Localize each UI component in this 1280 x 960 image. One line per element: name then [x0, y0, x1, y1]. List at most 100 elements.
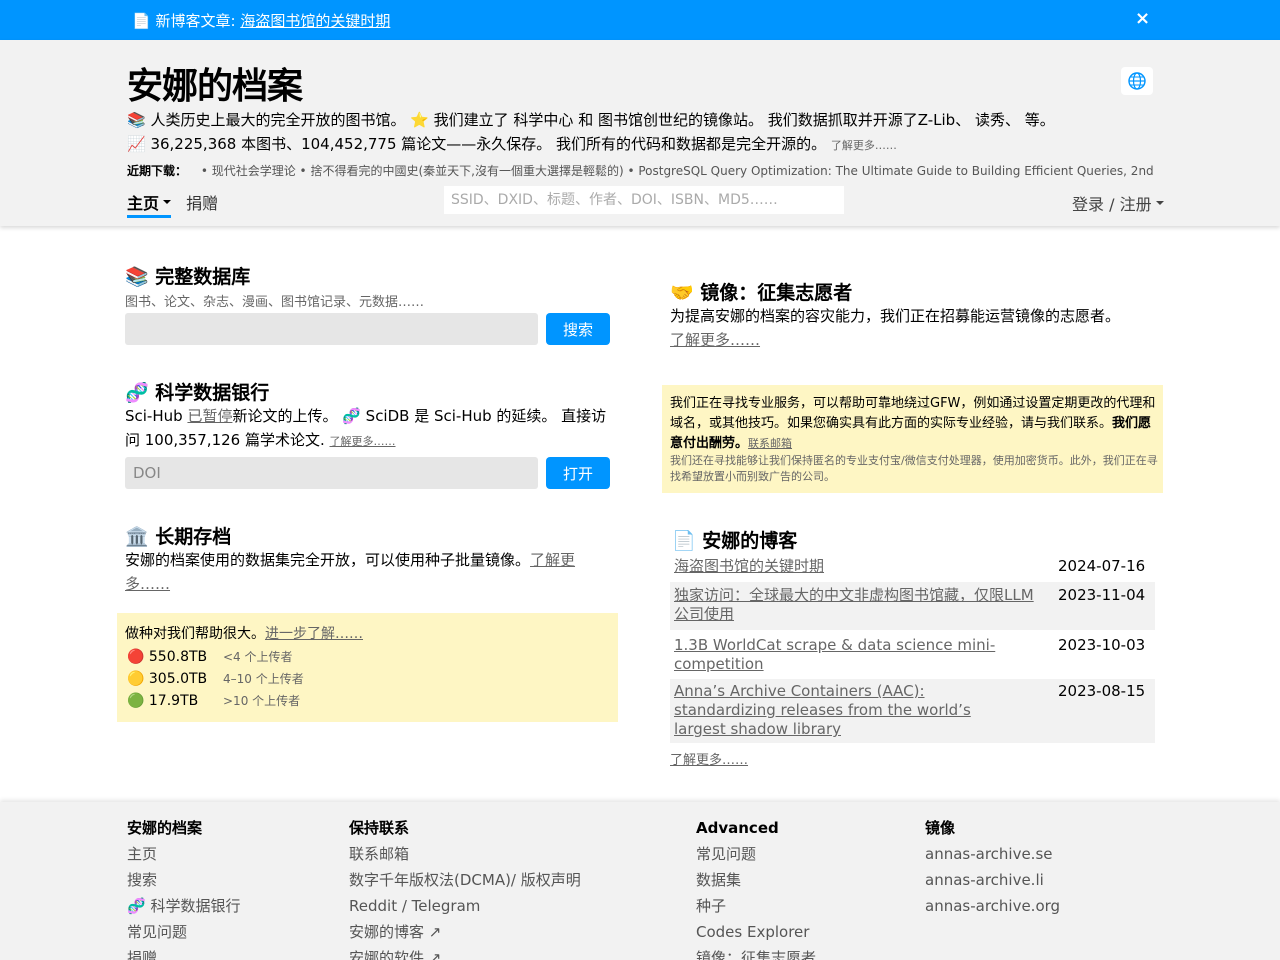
footer-link[interactable]: 安娜的软件 ↗ [349, 948, 581, 960]
blog-post-date: 2023-08-15 [1058, 682, 1146, 700]
announcement-link[interactable]: 海盗图书馆的关键时期 [240, 12, 390, 30]
announcement-prefix: 新博客文章: [155, 12, 236, 30]
close-icon[interactable]: × [1135, 8, 1150, 29]
document-icon: 📄 [132, 12, 151, 30]
learn-more-link[interactable]: 了解更多…… [831, 139, 897, 152]
footer-column: 镜像 annas-archive.se annas-archive.li ann… [925, 818, 1060, 922]
footer-link[interactable]: 捐赠 [127, 948, 240, 960]
globe-icon [1128, 72, 1146, 90]
full-db-subtitle: 图书、论文、杂志、漫画、图书馆记录、元数据…… [125, 295, 425, 310]
scidb-text: Sci-Hub 已暂停新论文的上传。 🧬 SciDB 是 Sci-Hub 的延续… [125, 404, 610, 454]
seeding-count: >10 个上传者 [223, 694, 301, 708]
blog-learn-more-link[interactable]: 了解更多…… [670, 749, 748, 768]
footer-link[interactable]: 常见问题 [696, 844, 816, 870]
doi-open-button[interactable]: 打开 [546, 457, 610, 489]
full-db-title: 📚 完整数据库 [125, 266, 251, 288]
gfw-contact-link[interactable]: 联系邮箱 [748, 437, 792, 450]
blog-post-link[interactable]: 海盗图书馆的关键时期 [674, 557, 1054, 576]
seeding-size: 17.9TB [148, 693, 199, 709]
language-button[interactable] [1121, 67, 1153, 95]
table-row[interactable]: Anna’s Archive Containers (AAC): standar… [670, 679, 1155, 743]
recent-downloads-label: 近期下载： [127, 164, 188, 178]
seeding-row[interactable]: 🔴 550.8TB <4 个上传者 [127, 648, 293, 665]
footer-link[interactable]: 联系邮箱 [349, 844, 581, 870]
mirrors-text: 为提高安娜的档案的容灾能力，我们正在招募能运营镜像的志愿者。 了解更多…… [670, 304, 1160, 352]
scidb-paused-link[interactable]: 已暂停 [187, 407, 232, 425]
blog-title: 📄 安娜的博客 [672, 530, 798, 552]
table-row[interactable]: 独家访问：全球最大的中文非虚构图书馆藏，仅限LLM公司使用 2023-11-04 [670, 582, 1155, 630]
footer-link[interactable]: 种子 [696, 896, 816, 922]
footer-heading: 镜像 [925, 819, 956, 837]
blog-post-link[interactable]: 1.3B WorldCat scrape & data science mini… [674, 636, 1044, 674]
seeding-size: 305.0TB [148, 671, 208, 687]
main-nav: 主页 捐赠 [127, 190, 218, 218]
footer-link[interactable]: 镜像：征集志愿者 [696, 948, 816, 960]
mirrors-learn-more-link[interactable]: 了解更多…… [670, 331, 760, 349]
mirrors-title: 🤝 镜像：征集志愿者 [670, 282, 853, 304]
full-db-search-input[interactable] [125, 313, 538, 345]
seeding-count: 4–10 个上传者 [223, 672, 304, 686]
seeding-size: 550.8TB [148, 649, 208, 665]
table-row[interactable]: 海盗图书馆的关键时期 2024-07-16 [670, 555, 1155, 580]
login-register-dropdown[interactable]: 登录 / 注册 [1072, 191, 1164, 215]
nav-home[interactable]: 主页 [127, 190, 172, 218]
gfw-text: 我们正在寻找专业服务，可以帮助可靠地绕过GFW，例如通过设置定期更改的代理和域名… [670, 394, 1156, 454]
archive-text: 安娜的档案使用的数据集完全开放，可以使用种子批量镜像。了解更多…… [125, 548, 610, 596]
footer-link[interactable]: annas-archive.se [925, 844, 1060, 870]
footer-link[interactable]: 搜索 [127, 870, 240, 896]
red-circle-icon: 🔴 [127, 649, 145, 665]
green-circle-icon: 🟢 [127, 693, 145, 709]
stats-text: 📈 36,225,368 本图书、104,452,775 篇论文——永久保存。 … [127, 135, 827, 153]
blog-post-date: 2023-11-04 [1058, 586, 1146, 604]
gfw-notice-box: 我们正在寻找专业服务，可以帮助可靠地绕过GFW，例如通过设置定期更改的代理和域名… [662, 385, 1163, 493]
footer-link[interactable]: annas-archive.li [925, 870, 1060, 896]
footer-link[interactable]: 数据集 [696, 870, 816, 896]
yellow-circle-icon: 🟡 [127, 671, 145, 687]
footer-heading: 安娜的档案 [127, 819, 203, 837]
footer-link[interactable]: 常见问题 [127, 922, 240, 948]
blog-post-link[interactable]: Anna’s Archive Containers (AAC): standar… [674, 682, 1019, 739]
blog-post-date: 2023-10-03 [1058, 636, 1146, 654]
seeding-count: <4 个上传者 [223, 650, 293, 664]
mirrors-text-body: 为提高安娜的档案的容灾能力，我们正在招募能运营镜像的志愿者。 [670, 307, 1121, 325]
full-db-search-button[interactable]: 搜索 [546, 313, 610, 345]
footer-link[interactable]: Reddit / Telegram [349, 896, 581, 922]
footer-link[interactable]: 安娜的博客 ↗ [349, 922, 581, 948]
seeding-row[interactable]: 🟡 305.0TB 4–10 个上传者 [127, 670, 304, 687]
announcement-text: 📄 新博客文章: 海盗图书馆的关键时期 [132, 10, 390, 31]
scidb-title: 🧬 科学数据银行 [125, 382, 270, 404]
footer-link[interactable]: annas-archive.org [925, 896, 1060, 922]
blog-post-date: 2024-07-16 [1058, 557, 1146, 575]
seeding-box: 做种对我们帮助很大。进一步了解…… 🔴 550.8TB <4 个上传者 🟡 305… [117, 613, 618, 722]
archive-text-body: 安娜的档案使用的数据集完全开放，可以使用种子批量镜像。 [125, 551, 531, 569]
archive-title: 🏛️ 长期存档 [125, 526, 232, 548]
seeding-learn-link[interactable]: 进一步了解…… [265, 626, 363, 642]
gfw-text-body: 我们正在寻找专业服务，可以帮助可靠地绕过GFW，例如通过设置定期更改的代理和域名… [670, 396, 1156, 431]
footer-link[interactable]: 主页 [127, 844, 240, 870]
scidb-learn-more-link[interactable]: 了解更多…… [330, 435, 396, 448]
footer-column: 安娜的档案 主页 搜索 🧬 科学数据银行 常见问题 捐赠 [127, 818, 240, 960]
gfw-small-text: 我们还在寻找能够让我们保持匿名的专业支付宝/微信支付处理器，使用加密货币。此外，… [670, 454, 1158, 483]
seeding-text-body: 做种对我们帮助很大。 [125, 626, 265, 642]
nav-donate[interactable]: 捐赠 [186, 190, 218, 214]
seeding-row[interactable]: 🟢 17.9TB >10 个上传者 [127, 692, 300, 709]
scidb-text-a: Sci-Hub [125, 407, 183, 425]
search-input[interactable] [444, 186, 844, 214]
tagline: 📚 人类历史上最大的完全开放的图书馆。 ⭐️ 我们建立了 科学中心 和 图书馆创… [127, 111, 1055, 129]
blog-post-link[interactable]: 独家访问：全球最大的中文非虚构图书馆藏，仅限LLM公司使用 [674, 586, 1034, 624]
site-header: 安娜的档案 📚 人类历史上最大的完全开放的图书馆。 ⭐️ 我们建立了 科学中心 … [0, 40, 1280, 226]
footer-link[interactable]: Codes Explorer [696, 922, 816, 948]
recent-downloads: 近期下载： • 现代社会学理论 • 捨不得看完的中國史(秦並天下,沒有一個重大選… [127, 162, 1157, 179]
footer-heading: 保持联系 [349, 819, 410, 837]
table-row[interactable]: 1.3B WorldCat scrape & data science mini… [670, 632, 1155, 677]
site-footer: 安娜的档案 主页 搜索 🧬 科学数据银行 常见问题 捐赠 保持联系 联系邮箱 数… [0, 802, 1280, 960]
footer-heading: Advanced [696, 819, 779, 837]
stats-line: 📈 36,225,368 本图书、104,452,775 篇论文——永久保存。 … [127, 133, 897, 154]
footer-link[interactable]: 🧬 科学数据银行 [127, 896, 240, 922]
announcement-bar: 📄 新博客文章: 海盗图书馆的关键时期 × [0, 0, 1280, 40]
footer-link[interactable]: 数字千年版权法(DCMA)/ 版权声明 [349, 870, 581, 896]
seeding-text: 做种对我们帮助很大。进一步了解…… [125, 623, 363, 643]
doi-input[interactable] [125, 457, 538, 489]
site-title[interactable]: 安娜的档案 [127, 57, 303, 109]
recent-downloads-list[interactable]: • 现代社会学理论 • 捨不得看完的中國史(秦並天下,沒有一個重大選擇是輕鬆的)… [201, 164, 1154, 178]
